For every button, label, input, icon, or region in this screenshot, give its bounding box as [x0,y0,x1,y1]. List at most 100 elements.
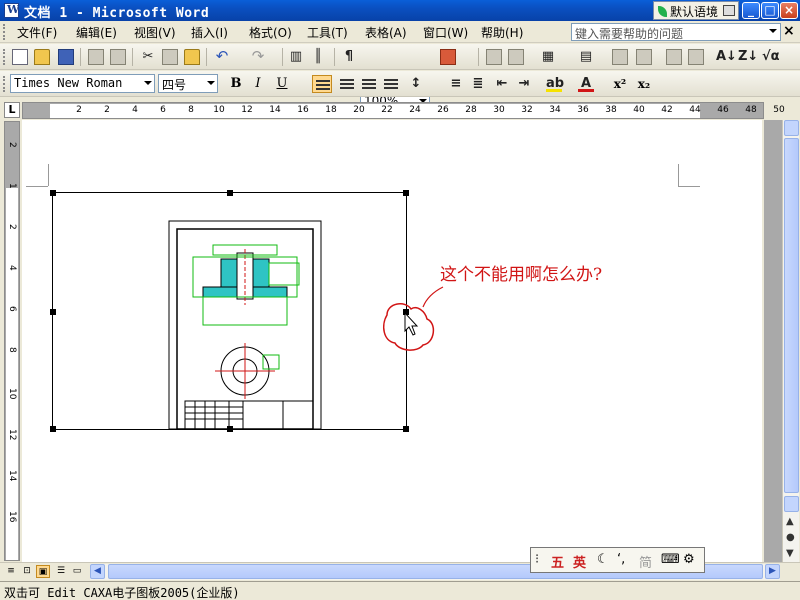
underline-button[interactable]: U [272,75,292,93]
scroll-up-icon[interactable] [784,120,799,136]
line-spacing-icon[interactable]: ↕ [408,76,424,92]
normal-view-icon[interactable]: ≡ [4,565,18,578]
increase-indent-icon[interactable]: ⇥ [516,76,532,92]
numbering-icon[interactable]: ≡ [448,76,464,92]
sort-ascending-icon[interactable]: A↓ [716,49,737,65]
help-search-input[interactable]: 键入需要帮助的问题 [571,23,781,41]
minimize-button[interactable]: _ [742,2,760,19]
size-dropdown-icon[interactable] [207,81,215,85]
ime-keyboard-icon[interactable]: ⌨ [661,552,680,567]
menu-tools[interactable]: 工具(T) [307,24,348,41]
ime-english-button[interactable]: 英 [573,552,586,571]
formula-icon[interactable]: √α [762,49,780,65]
resize-handle-se[interactable] [403,426,409,432]
menu-file[interactable]: 文件(F) [17,24,57,41]
borders-icon[interactable]: ▦ [540,49,556,65]
align-left-button[interactable] [312,75,332,93]
language-tool-icon[interactable] [723,5,735,16]
font-color-icon[interactable]: A [578,76,594,92]
vertical-ruler[interactable]: 2 1 2 4 6 8 10 12 14 16 [4,121,20,561]
paste-icon[interactable] [184,49,200,65]
track-changes-icon[interactable] [486,49,502,65]
ime-halfwidth-icon[interactable]: ☾ [597,552,609,567]
help-dropdown-icon[interactable] [769,29,777,33]
resize-handle-w[interactable] [50,309,56,315]
merge-cells-icon[interactable] [612,49,628,65]
menu-help[interactable]: 帮助(H) [481,24,523,41]
resize-handle-nw[interactable] [50,190,56,196]
ime-grip[interactable]: ⁝ [535,552,539,567]
scroll-right-icon[interactable]: ▶ [765,564,780,579]
justify-icon[interactable] [384,79,398,89]
save-disk-icon[interactable] [58,49,74,65]
align-center-icon[interactable] [340,79,354,89]
show-hide-icon[interactable]: ¶ [341,49,357,65]
toolbar-grip[interactable] [3,49,6,65]
document-close-button[interactable]: × [783,23,795,39]
review-icon[interactable] [508,49,524,65]
language-bar-button[interactable]: 默认语境 [653,1,739,20]
print-layout-icon[interactable]: ▣ [36,565,50,578]
insert-table-icon[interactable]: ▤ [578,49,594,65]
columns-icon[interactable]: ▥ [288,49,304,65]
bullets-icon[interactable]: ≣ [470,76,486,92]
menubar-grip[interactable] [3,24,6,40]
maximize-button[interactable]: □ [761,2,779,19]
decrease-indent-icon[interactable]: ⇤ [494,76,510,92]
menu-insert[interactable]: 插入(I) [191,24,228,41]
subscript-button[interactable]: x₂ [634,75,654,93]
toolbar-grip[interactable] [3,76,6,92]
embedded-caxa-object[interactable] [50,190,409,432]
open-folder-icon[interactable] [34,49,50,65]
scroll-left-icon[interactable]: ◀ [90,564,105,579]
menu-format[interactable]: 格式(O) [249,24,292,41]
document-canvas[interactable]: 这个不能用啊怎么办? [22,120,762,562]
menu-table[interactable]: 表格(A) [365,24,407,41]
resize-handle-s[interactable] [227,426,233,432]
word-app-icon[interactable] [4,3,19,18]
reading-view-icon[interactable]: ▭ [70,565,84,578]
previous-page-icon[interactable]: ▲ [786,516,794,527]
vertical-scrollbar[interactable]: ▲ ● ▼ [782,120,799,562]
superscript-button[interactable]: x² [610,75,630,93]
ime-wubi-button[interactable]: 五 [551,552,564,571]
resize-handle-ne[interactable] [403,190,409,196]
next-page-icon[interactable]: ▼ [786,548,794,559]
ime-simplified-button[interactable]: 简 [639,552,652,571]
scroll-thumb[interactable] [784,138,799,493]
close-button[interactable]: × [780,2,798,19]
split-cells-icon[interactable] [636,49,652,65]
align-right-icon[interactable] [362,79,376,89]
font-dropdown-icon[interactable] [144,81,152,85]
ime-settings-icon[interactable]: ⚙ [683,552,695,567]
italic-button[interactable]: I [248,75,268,93]
cut-icon[interactable]: ✂ [140,49,156,65]
ime-punctuation-icon[interactable]: ‘, [617,552,625,567]
undo-icon[interactable]: ↶ [214,49,230,65]
menu-view[interactable]: 视图(V) [134,24,176,41]
redo-icon[interactable]: ↷ [250,49,266,65]
font-size-combo[interactable]: 四号 [158,74,218,93]
scroll-down-icon[interactable] [784,496,799,512]
read-icon[interactable] [440,49,456,65]
menu-edit[interactable]: 编辑(E) [76,24,117,41]
bold-button[interactable]: B [226,75,246,93]
resize-handle-n[interactable] [227,190,233,196]
browse-object-icon[interactable]: ● [786,532,795,543]
outline-view-icon[interactable]: ☰ [54,565,68,578]
new-document-icon[interactable] [12,49,28,65]
menu-window[interactable]: 窗口(W) [423,24,468,41]
tab-stop-selector[interactable]: L [4,102,20,118]
print-preview-icon[interactable] [110,49,126,65]
sort-descending-icon[interactable]: Z↓ [738,49,758,65]
print-icon[interactable] [88,49,104,65]
drawing-toolbar-icon[interactable]: ║ [310,49,326,65]
highlight-icon[interactable]: ab [546,76,564,92]
web-view-icon[interactable]: ⊡ [20,565,34,578]
font-name-combo[interactable]: Times New Roman [10,74,155,93]
distribute-rows-icon[interactable] [666,49,682,65]
copy-icon[interactable] [162,49,178,65]
resize-handle-sw[interactable] [50,426,56,432]
horizontal-ruler[interactable]: 2 2 4 6 8 10 12 14 16 18 20 22 24 26 28 30 32 34 36 38 40 42 4… [22,102,785,119]
distribute-columns-icon[interactable] [688,49,704,65]
